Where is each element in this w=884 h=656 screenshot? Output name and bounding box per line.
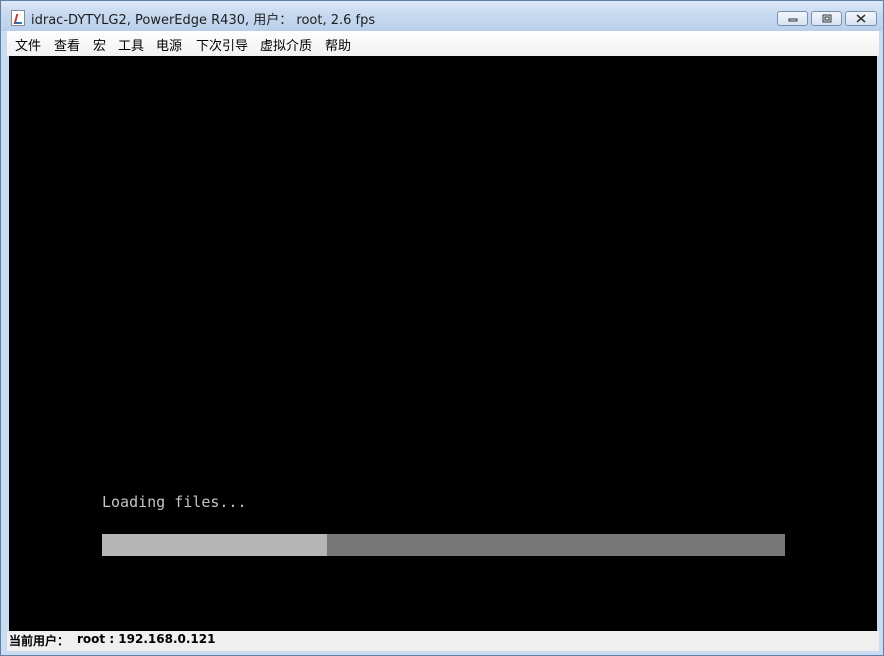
status-bar: 当前用户： root : 192.168.0.121 <box>7 631 879 651</box>
menu-bar: 文件 查看 宏 工具 电源 下次引导 虚拟介质 帮助 <box>7 31 879 56</box>
menu-virtual-media[interactable]: 虚拟介质 <box>260 35 312 54</box>
menu-view[interactable]: 查看 <box>54 35 80 54</box>
loading-progress-bar <box>102 534 785 556</box>
menu-file[interactable]: 文件 <box>15 35 41 54</box>
menu-tools[interactable]: 工具 <box>118 35 144 54</box>
menu-help[interactable]: 帮助 <box>325 35 351 54</box>
loading-progress-fill <box>102 534 328 556</box>
idrac-console-window: idrac-DYTYLG2, PowerEdge R430, 用户： root,… <box>0 0 884 656</box>
close-icon <box>856 14 866 23</box>
maximize-button[interactable] <box>811 11 842 26</box>
loading-files-text: Loading files... <box>102 493 247 511</box>
maximize-icon <box>822 14 831 23</box>
current-user-value: root : 192.168.0.121 <box>77 632 216 646</box>
current-user-label: 当前用户： <box>9 634 70 648</box>
menu-next-boot[interactable]: 下次引导 <box>196 35 248 54</box>
title-bar[interactable]: idrac-DYTYLG2, PowerEdge R430, 用户： root,… <box>1 1 883 31</box>
minimize-icon <box>788 18 797 22</box>
window-title: idrac-DYTYLG2, PowerEdge R430, 用户： root,… <box>31 13 376 28</box>
close-button[interactable] <box>845 11 877 26</box>
java-app-icon <box>11 10 25 26</box>
menu-macro[interactable]: 宏 <box>93 35 106 54</box>
menu-power[interactable]: 电源 <box>156 35 182 54</box>
remote-console-screen[interactable]: Loading files... <box>9 56 877 631</box>
minimize-button[interactable] <box>777 11 808 26</box>
